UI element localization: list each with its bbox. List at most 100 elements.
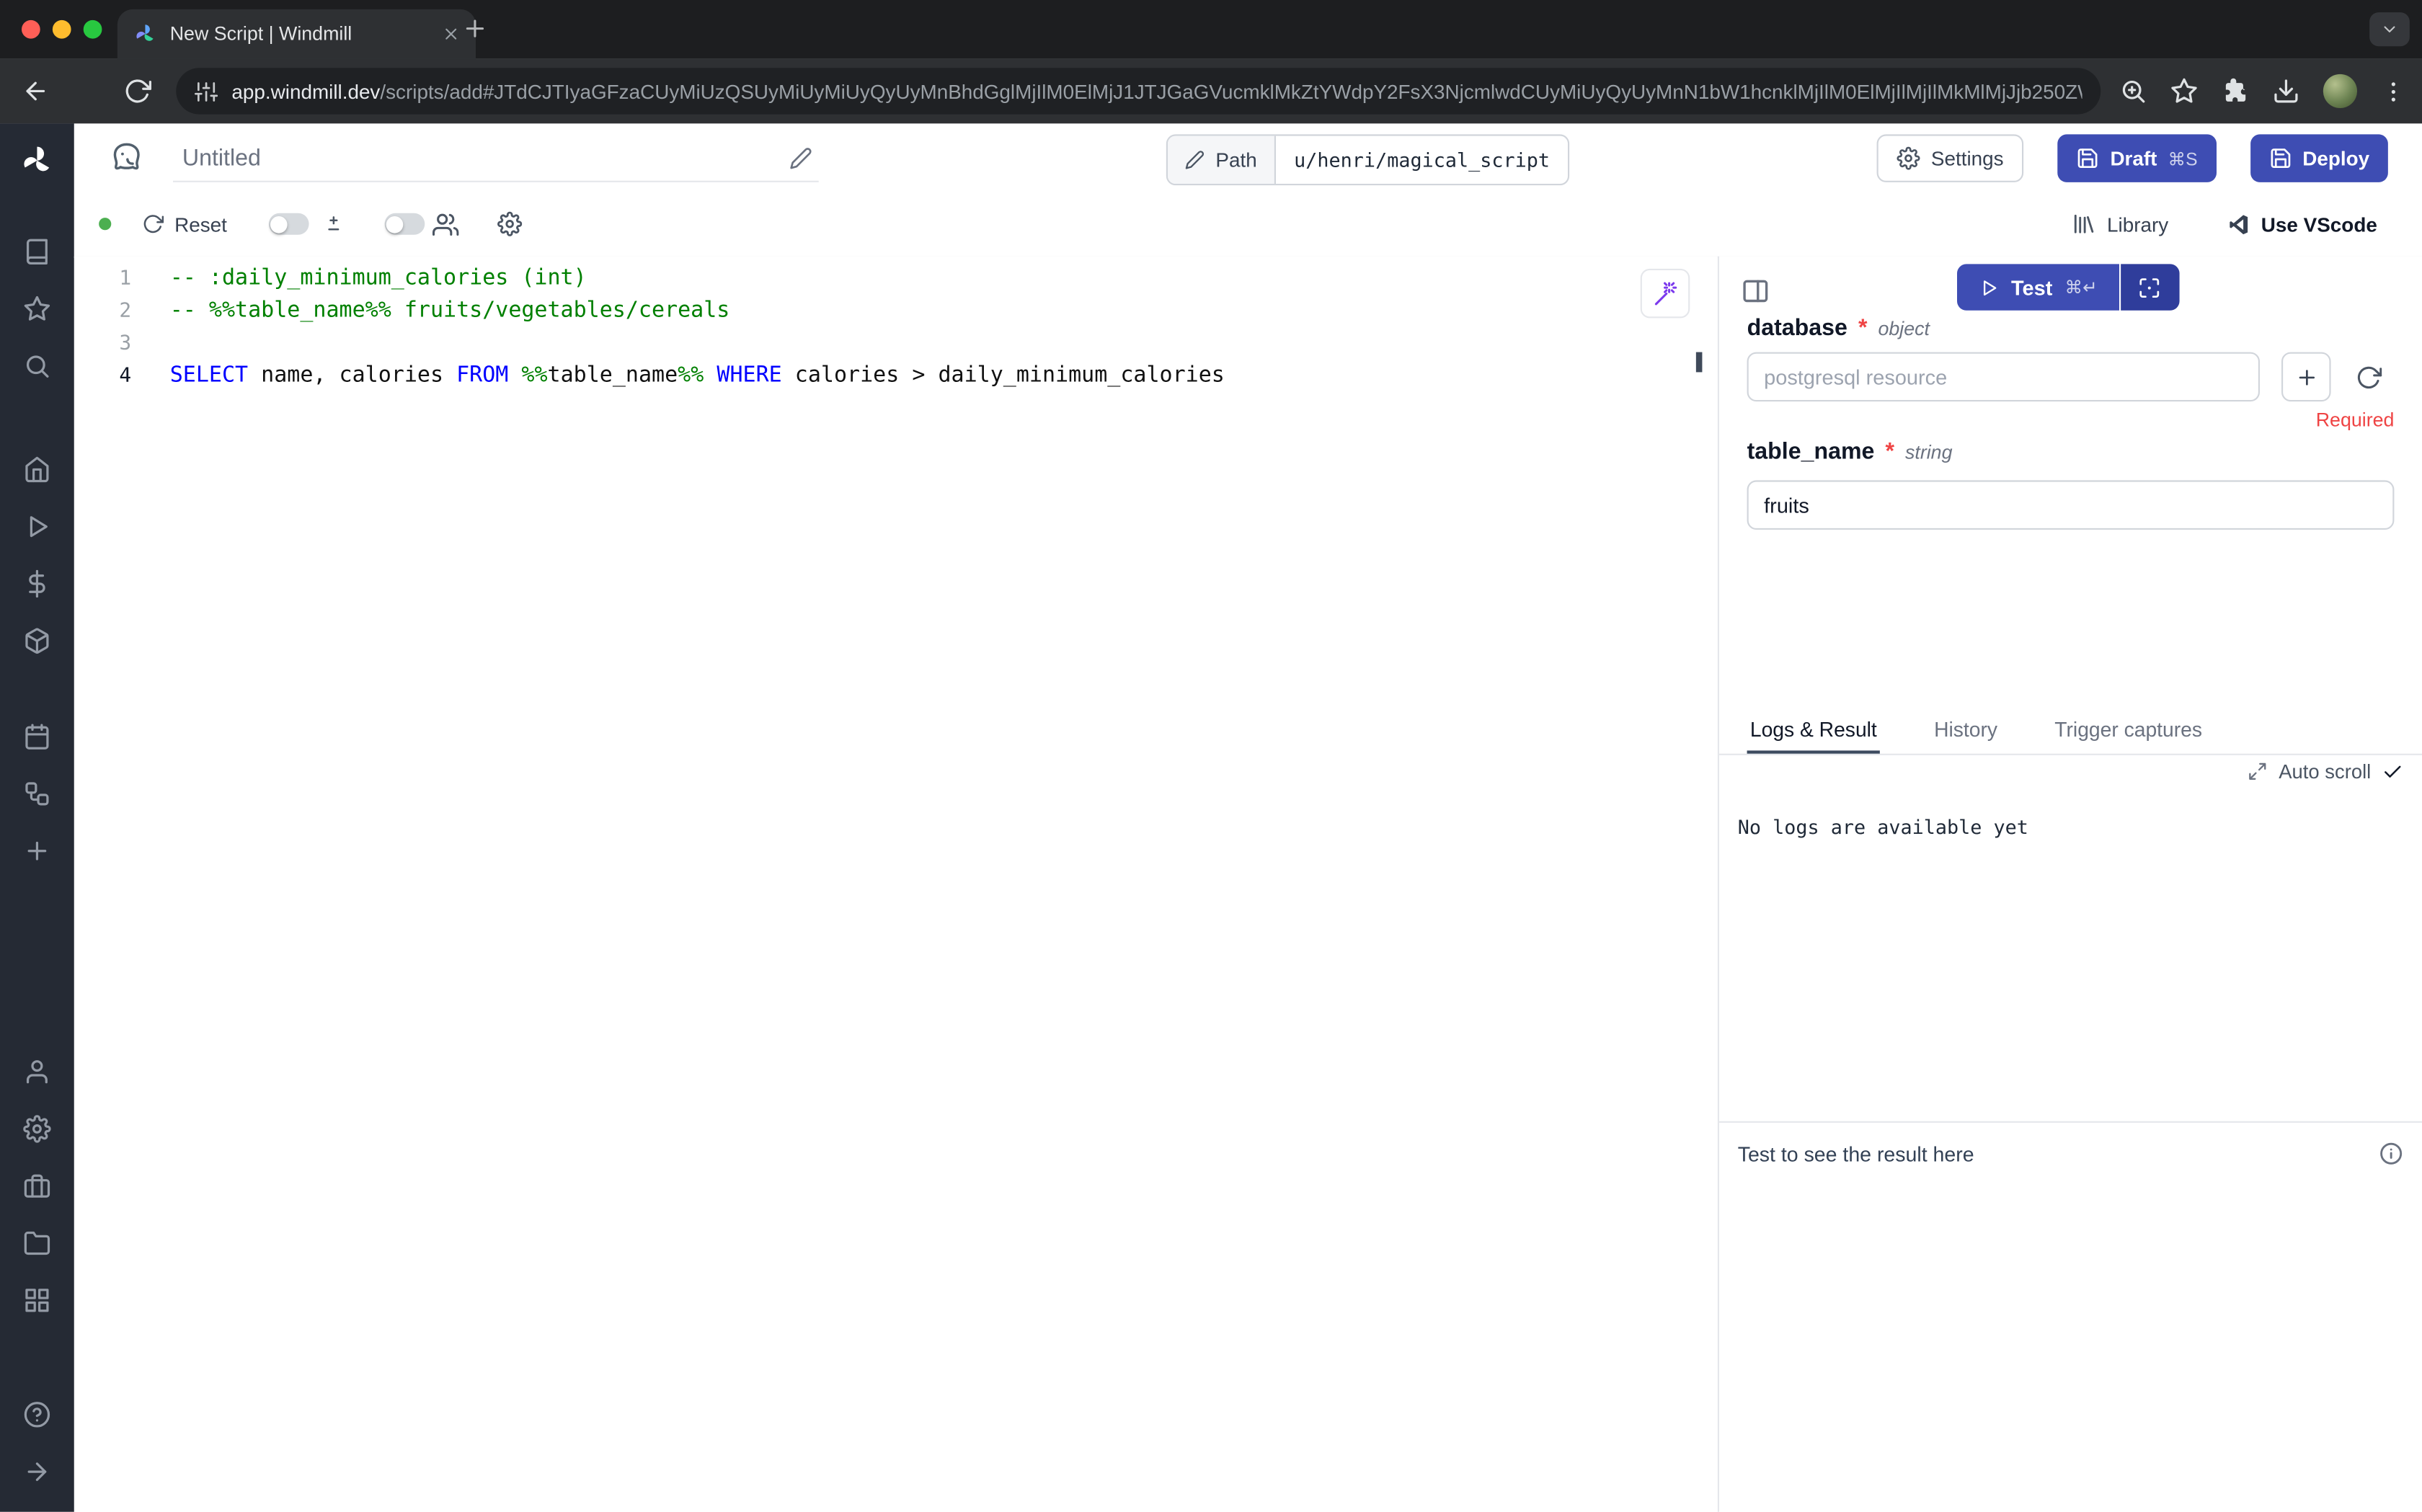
- path-edit-button[interactable]: Path: [1168, 136, 1275, 184]
- reload-icon[interactable]: [123, 77, 151, 105]
- minimize-window-button[interactable]: [53, 20, 71, 39]
- sidebar-play-icon[interactable]: [23, 512, 51, 540]
- tab-trigger-captures[interactable]: Trigger captures: [2051, 707, 2205, 753]
- traffic-lights: [22, 20, 102, 39]
- path-group: Path u/henri/magical_script: [1166, 134, 1570, 185]
- sidebar-home-icon[interactable]: [23, 455, 51, 483]
- tab-logs-result[interactable]: Logs & Result: [1747, 707, 1881, 753]
- site-info-icon[interactable]: [195, 79, 218, 102]
- settings-button[interactable]: Settings: [1877, 134, 2024, 182]
- gear-icon: [1897, 147, 1920, 170]
- required-star: *: [1858, 315, 1868, 341]
- required-star: *: [1885, 439, 1894, 465]
- sidebar-gear-icon[interactable]: [23, 1114, 51, 1142]
- field-type: string: [1905, 442, 1953, 463]
- toggle-2[interactable]: [385, 213, 425, 235]
- sidebar-help-icon[interactable]: [23, 1400, 51, 1428]
- auto-scroll-control[interactable]: Auto scroll: [2248, 760, 2403, 783]
- tab-close-icon[interactable]: [442, 25, 461, 43]
- line-number: 1: [74, 262, 154, 295]
- edit-title-icon[interactable]: [789, 146, 812, 169]
- sidebar-briefcase-icon[interactable]: [23, 1171, 51, 1199]
- code-line[interactable]: SELECT name, calories FROM %%table_name%…: [170, 360, 1687, 392]
- library-button[interactable]: Library: [2072, 212, 2168, 236]
- sidebar-book-icon[interactable]: [23, 237, 51, 265]
- result-section: Test to see the result here: [1719, 1121, 2422, 1185]
- sidebar-arrow-right-icon[interactable]: [23, 1457, 51, 1485]
- code-area[interactable]: -- :daily_minimum_calories (int)-- %%tab…: [170, 262, 1687, 392]
- test-group: Test ⌘↵: [1957, 264, 2179, 310]
- deploy-button[interactable]: Deploy: [2250, 134, 2387, 182]
- maximize-window-button[interactable]: [84, 20, 102, 39]
- browser-tab[interactable]: New Script | Windmill: [117, 9, 476, 59]
- editor-settings-icon[interactable]: [497, 212, 522, 236]
- url-host: app.windmill.dev: [231, 79, 380, 102]
- diff-mode-icon[interactable]: [323, 213, 345, 235]
- back-icon[interactable]: [22, 77, 50, 105]
- sidebar-grid-icon[interactable]: [23, 1286, 51, 1314]
- sidebar-folder-icon[interactable]: [23, 1229, 51, 1257]
- browser-menu-icon[interactable]: [2380, 78, 2406, 104]
- avatar[interactable]: [2323, 74, 2357, 108]
- windmill-logo-icon[interactable]: [19, 142, 56, 179]
- editor-toolbar: Reset Library Use VScode: [74, 192, 2422, 258]
- use-vscode-label: Use VScode: [2261, 213, 2377, 236]
- star-icon[interactable]: [2170, 77, 2199, 105]
- sidebar-calendar-icon[interactable]: [23, 722, 51, 750]
- code-line[interactable]: -- %%table_name%% fruits/vegetables/cere…: [170, 295, 1687, 327]
- header-actions: Settings Draft ⌘S Deploy: [1877, 134, 2388, 182]
- sidebar-star-icon[interactable]: [23, 294, 51, 322]
- expand-logs-icon[interactable]: [2248, 761, 2268, 781]
- editor-gutter: 1234: [74, 262, 154, 392]
- draft-button[interactable]: Draft ⌘S: [2058, 134, 2217, 182]
- tab-history[interactable]: History: [1931, 707, 2000, 753]
- code-line[interactable]: [170, 327, 1687, 360]
- sidebar-box-icon[interactable]: [23, 626, 51, 654]
- extensions-icon[interactable]: [2221, 77, 2249, 105]
- reset-button[interactable]: Reset: [142, 213, 227, 236]
- field-name: database: [1747, 315, 1847, 341]
- script-arguments: database* object Required table_name* st…: [1747, 315, 2395, 530]
- tab-favicon-icon: [133, 22, 157, 46]
- library-label: Library: [2107, 213, 2168, 236]
- auto-scroll-label: Auto scroll: [2279, 760, 2371, 783]
- users-icon[interactable]: [432, 211, 458, 237]
- sidebar-search-icon[interactable]: [23, 351, 51, 379]
- sidebar-user-icon[interactable]: [23, 1057, 51, 1085]
- address-bar[interactable]: app.windmill.dev/scripts/add#JTdCJTIyaGF…: [176, 68, 2101, 114]
- add-resource-button[interactable]: [2281, 352, 2331, 402]
- line-number: 4: [74, 360, 154, 392]
- tab-search-button[interactable]: [2369, 12, 2410, 46]
- line-number: 3: [74, 327, 154, 360]
- code-editor[interactable]: 1234 -- :daily_minimum_calories (int)-- …: [74, 257, 1718, 1512]
- toggle-1[interactable]: [269, 213, 309, 235]
- sidebar-workflow-icon[interactable]: [23, 779, 51, 807]
- sidebar-plus-icon[interactable]: [23, 836, 51, 864]
- browser-actions: [2119, 58, 2407, 123]
- table-name-input[interactable]: [1747, 480, 2395, 530]
- ai-assistant-button[interactable]: [1641, 269, 1690, 319]
- required-note: Required: [1747, 409, 2395, 431]
- sidebar: [0, 123, 74, 1511]
- browser-toolbar: app.windmill.dev/scripts/add#JTdCJTIyaGF…: [0, 58, 2422, 123]
- database-resource-input[interactable]: [1747, 352, 2260, 402]
- info-icon[interactable]: [2379, 1142, 2403, 1166]
- refresh-resources-icon[interactable]: [2356, 364, 2382, 390]
- zoom-icon[interactable]: [2119, 77, 2147, 105]
- browser-tabstrip: New Script | Windmill: [0, 0, 2422, 58]
- new-tab-button[interactable]: [462, 15, 488, 41]
- collapse-panel-icon[interactable]: [1741, 277, 1770, 306]
- sidebar-group-mid: [23, 440, 51, 669]
- path-label: Path: [1215, 148, 1256, 172]
- play-icon: [1979, 277, 1999, 298]
- script-title-input[interactable]: [179, 143, 789, 172]
- test-button[interactable]: Test ⌘↵: [1957, 264, 2119, 310]
- sidebar-dollar-icon[interactable]: [23, 569, 51, 597]
- code-line[interactable]: -- :daily_minimum_calories (int): [170, 262, 1687, 295]
- use-vscode-button[interactable]: Use VScode: [2227, 213, 2377, 236]
- close-window-button[interactable]: [22, 20, 40, 39]
- title-field: [173, 134, 819, 182]
- test-focus-button[interactable]: [2121, 264, 2179, 310]
- download-icon[interactable]: [2272, 77, 2300, 105]
- pencil-icon: [1185, 150, 1205, 170]
